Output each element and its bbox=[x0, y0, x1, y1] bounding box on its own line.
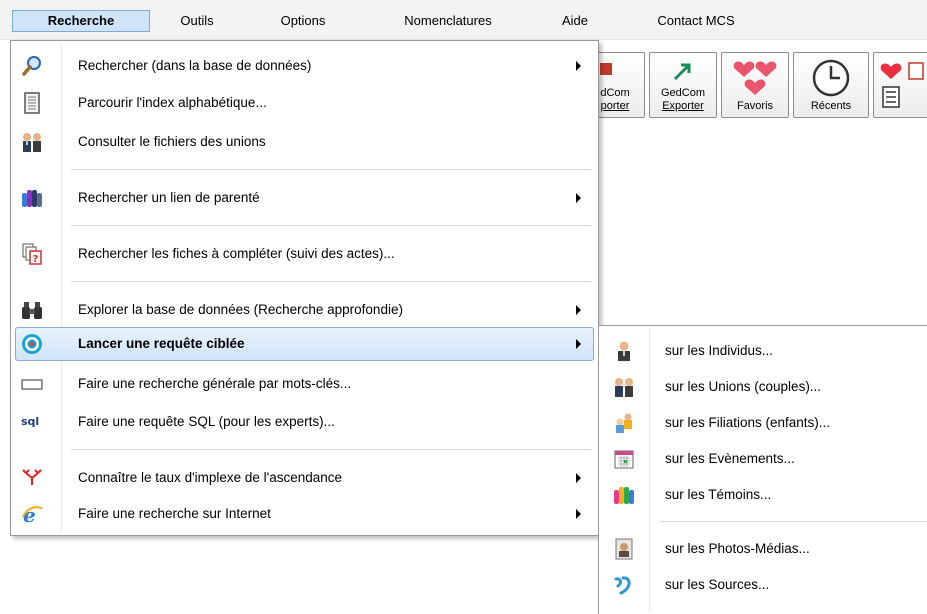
menu-item-explorer-base[interactable]: Explorer la base de données (Recherche a… bbox=[15, 293, 594, 327]
submenu-item-label: sur les Témoins... bbox=[665, 487, 772, 502]
submenu-arrow-icon bbox=[576, 305, 581, 315]
menu-item-label: Rechercher (dans la base de données) bbox=[78, 58, 312, 73]
target-icon bbox=[21, 333, 43, 355]
submenu-arrow-icon bbox=[576, 339, 581, 349]
recents-button[interactable]: Récents bbox=[793, 52, 869, 118]
submenu-item-filiations[interactable]: sur les Filiations (enfants)... bbox=[603, 406, 927, 440]
internet-explorer-icon: e bbox=[21, 503, 43, 527]
menu-item-label: Faire une recherche générale par mots-cl… bbox=[78, 376, 352, 391]
document-list-icon bbox=[21, 92, 43, 114]
sql-icon: sql bbox=[21, 415, 40, 428]
menu-item-requete-ciblee[interactable]: Lancer une requête ciblée bbox=[15, 327, 594, 361]
submenu-item-unions[interactable]: sur les Unions (couples)... bbox=[603, 370, 927, 404]
photo-portrait-icon bbox=[613, 538, 635, 560]
clock-icon bbox=[794, 57, 868, 100]
magnifier-icon bbox=[21, 55, 43, 77]
submenu-arrow-icon bbox=[576, 509, 581, 519]
submenu-separator bbox=[659, 521, 927, 522]
menu-item-taux-implexe[interactable]: Connaître le taux d'implexe de l'ascenda… bbox=[15, 461, 594, 495]
menu-separator bbox=[71, 281, 591, 282]
gedcom-export-label-1: GedCom bbox=[660, 87, 706, 99]
pages-question-icon: ? bbox=[21, 243, 43, 265]
menu-recherche[interactable]: Recherche bbox=[12, 10, 150, 32]
menu-contact-mcs[interactable]: Contact MCS bbox=[644, 10, 748, 32]
menu-item-label: Parcourir l'index alphabétique... bbox=[78, 95, 267, 110]
menu-item-label: Rechercher un lien de parenté bbox=[78, 190, 260, 205]
submenu-arrow-icon bbox=[576, 193, 581, 203]
submenu-item-label: sur les Evènements... bbox=[665, 451, 795, 466]
menu-item-fichiers-unions[interactable]: Consulter le fichiers des unions bbox=[15, 125, 594, 159]
menu-aide[interactable]: Aide bbox=[550, 10, 600, 32]
gedcom-export-label-2: Exporter bbox=[662, 100, 704, 112]
requete-ciblee-submenu: sur les Individus... sur les Unions (cou… bbox=[598, 325, 927, 614]
person-icon bbox=[613, 340, 635, 362]
extra-toolbar-button[interactable] bbox=[873, 52, 927, 118]
family-group-icon bbox=[21, 187, 43, 209]
menu-item-label: Connaître le taux d'implexe de l'ascenda… bbox=[78, 470, 343, 485]
heart-notes-icon bbox=[874, 57, 927, 117]
calendar-icon bbox=[613, 448, 635, 470]
submenu-item-sources[interactable]: sur les Sources... bbox=[603, 568, 927, 602]
menu-bar: Recherche Outils Options Nomenclatures A… bbox=[0, 0, 927, 40]
menu-separator bbox=[71, 225, 591, 226]
menu-item-recherche-internet[interactable]: e Faire une recherche sur Internet bbox=[15, 497, 594, 531]
menu-item-rechercher[interactable]: Rechercher (dans la base de données) bbox=[15, 49, 594, 83]
menu-item-requete-sql[interactable]: sql Faire une requête SQL (pour les expe… bbox=[15, 405, 594, 439]
menu-item-label: Explorer la base de données (Recherche a… bbox=[78, 302, 403, 317]
submenu-item-photos-medias[interactable]: sur les Photos-Médias... bbox=[603, 532, 927, 566]
binoculars-icon bbox=[21, 299, 43, 321]
menu-item-label: Faire une requête SQL (pour les experts)… bbox=[78, 414, 335, 429]
textbox-icon bbox=[21, 373, 43, 395]
submenu-item-evenements[interactable]: sur les Evènements... bbox=[603, 442, 927, 476]
menu-separator bbox=[71, 449, 591, 450]
favoris-button[interactable]: Favoris bbox=[721, 52, 789, 118]
menu-item-lien-parente[interactable]: Rechercher un lien de parenté bbox=[15, 181, 594, 215]
submenu-item-label: sur les Photos-Médias... bbox=[665, 541, 810, 556]
submenu-item-individus[interactable]: sur les Individus... bbox=[603, 334, 927, 368]
menu-item-index-alphabetique[interactable]: Parcourir l'index alphabétique... bbox=[15, 86, 594, 120]
menu-item-label: Rechercher les fiches à compléter (suivi… bbox=[78, 246, 395, 261]
export-arrow-icon bbox=[650, 57, 716, 87]
menu-item-mots-cles[interactable]: Faire une recherche générale par mots-cl… bbox=[15, 367, 594, 401]
couple-icon bbox=[613, 376, 635, 398]
menu-item-label: Consulter le fichiers des unions bbox=[78, 134, 266, 149]
menu-nomenclatures[interactable]: Nomenclatures bbox=[383, 10, 513, 32]
hearts-icon bbox=[722, 57, 788, 100]
menu-item-label: Lancer une requête ciblée bbox=[78, 336, 245, 351]
menu-separator bbox=[71, 169, 591, 170]
menu-options[interactable]: Options bbox=[268, 10, 338, 32]
submenu-arrow-icon bbox=[576, 61, 581, 71]
svg-text:?: ? bbox=[33, 254, 39, 265]
submenu-item-label: sur les Unions (couples)... bbox=[665, 379, 822, 394]
menu-item-label: Faire une recherche sur Internet bbox=[78, 506, 271, 521]
favoris-label: Favoris bbox=[736, 100, 774, 112]
recents-label: Récents bbox=[810, 100, 852, 112]
menu-outils[interactable]: Outils bbox=[167, 10, 227, 32]
menu-item-fiches-a-completer[interactable]: ? Rechercher les fiches à compléter (sui… bbox=[15, 237, 594, 271]
pedigree-icon bbox=[21, 467, 43, 489]
submenu-item-label: sur les Individus... bbox=[665, 343, 774, 358]
submenu-item-temoins[interactable]: sur les Témoins... bbox=[603, 478, 927, 512]
recherche-dropdown-menu: Rechercher (dans la base de données) Par… bbox=[10, 40, 599, 536]
source-icon bbox=[613, 574, 635, 596]
couple-icon bbox=[21, 131, 43, 153]
witnesses-icon bbox=[613, 484, 635, 506]
submenu-item-label: sur les Filiations (enfants)... bbox=[665, 415, 831, 430]
gedcom-export-button[interactable]: GedCom Exporter bbox=[649, 52, 717, 118]
submenu-arrow-icon bbox=[576, 473, 581, 483]
submenu-item-label: sur les Sources... bbox=[665, 577, 770, 592]
children-icon bbox=[613, 412, 635, 434]
